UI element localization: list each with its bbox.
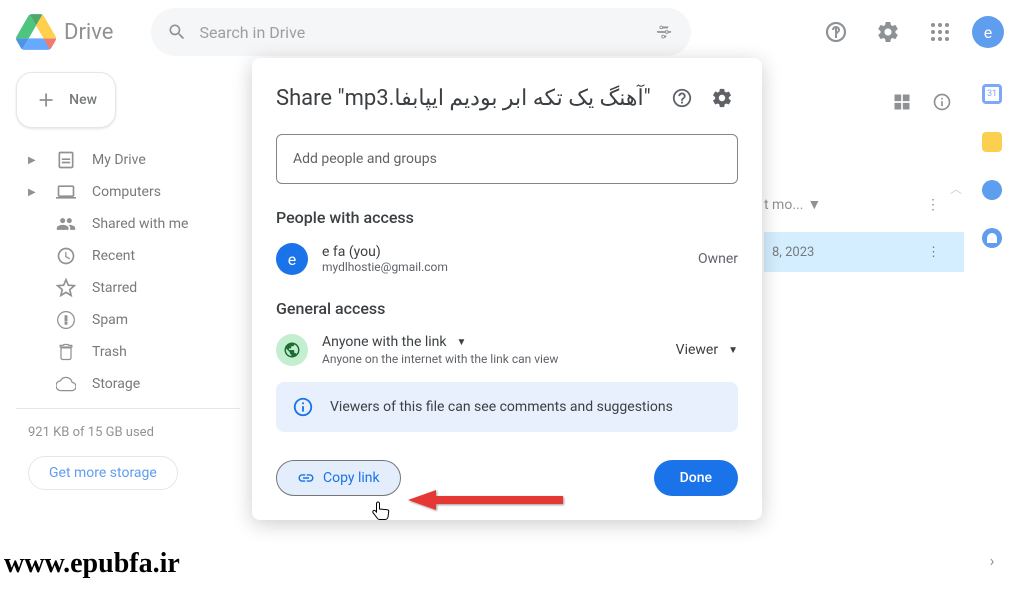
role-label: Viewer: [676, 342, 718, 358]
info-banner: Viewers of this file can see comments an…: [276, 382, 738, 432]
dialog-title: Share "آهنگ یک تکه ابر بودیم ایپابفا.mp3…: [276, 86, 658, 111]
info-icon: [292, 396, 314, 418]
general-access-heading: General access: [276, 299, 738, 318]
link-icon: [297, 469, 315, 487]
share-dialog: Share "آهنگ یک تکه ابر بودیم ایپابفا.mp3…: [252, 58, 762, 520]
done-button[interactable]: Done: [654, 460, 738, 496]
share-filename: "آهنگ یک تکه ابر بودیم ایپابفا.mp3": [338, 86, 651, 111]
general-access-row: Anyone with the link ▼ Anyone on the int…: [276, 334, 738, 366]
add-people-placeholder: Add people and groups: [293, 151, 437, 167]
share-settings-button[interactable]: [706, 82, 738, 114]
dialog-header: Share "آهنگ یک تکه ابر بودیم ایپابفا.mp3…: [276, 82, 738, 114]
gear-icon: [711, 87, 733, 109]
chevron-down-icon: ▼: [457, 337, 467, 348]
copy-link-button[interactable]: Copy link: [276, 460, 401, 496]
access-type-label: Anyone with the link: [322, 334, 447, 350]
person-avatar: e: [276, 243, 308, 275]
access-type-dropdown[interactable]: Anyone with the link ▼: [322, 334, 662, 350]
person-info: e fa (you) mydlhostie@gmail.com: [322, 244, 684, 274]
role-dropdown[interactable]: Viewer ▼: [676, 342, 738, 358]
globe-avatar: [276, 334, 308, 366]
share-help-button[interactable]: [666, 82, 698, 114]
people-access-heading: People with access: [276, 208, 738, 227]
person-row-owner: e e fa (you) mydlhostie@gmail.com Owner: [276, 243, 738, 275]
banner-text: Viewers of this file can see comments an…: [330, 399, 673, 415]
copy-link-label: Copy link: [323, 470, 380, 486]
dialog-footer: Copy link Done: [276, 460, 738, 496]
add-people-input[interactable]: Add people and groups: [276, 134, 738, 184]
help-icon: [671, 87, 693, 109]
share-prefix: Share: [276, 86, 332, 111]
globe-icon: [283, 341, 301, 359]
person-name: e fa (you): [322, 244, 684, 260]
chevron-down-icon: ▼: [728, 345, 738, 356]
person-role: Owner: [698, 251, 738, 267]
access-description: Anyone on the internet with the link can…: [322, 352, 662, 366]
access-info: Anyone with the link ▼ Anyone on the int…: [322, 334, 662, 366]
person-email: mydlhostie@gmail.com: [322, 260, 684, 274]
watermark-text: www.epubfa.ir: [4, 548, 180, 580]
